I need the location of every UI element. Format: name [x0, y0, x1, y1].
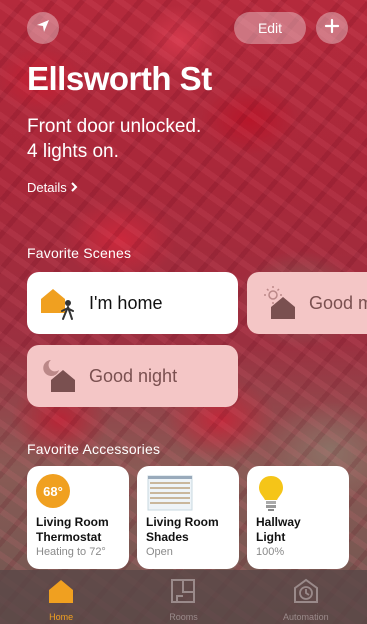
accessory-name: Hallway Light [256, 515, 301, 545]
arriving-home-icon [37, 281, 81, 325]
accessory-thermostat[interactable]: 68° Living Room Thermostat Heating to 72… [27, 466, 129, 569]
accessory-state: Heating to 72° [36, 546, 106, 558]
edit-button[interactable]: Edit [234, 12, 306, 44]
accessory-name-line2: Light [256, 530, 286, 544]
accessory-name-line1: Living Room [36, 515, 109, 529]
light-bulb-icon [256, 474, 340, 517]
tab-home[interactable]: Home [0, 570, 122, 624]
favorite-scenes-title: Favorite Scenes [27, 245, 132, 261]
accessory-name-line1: Hallway [256, 515, 301, 529]
tab-label: Automation [283, 612, 329, 622]
scene-good-morning[interactable]: Good m [247, 272, 367, 334]
scene-label: Good m [309, 292, 367, 313]
add-button[interactable] [316, 12, 348, 44]
scene-good-night[interactable]: Good night [27, 345, 238, 407]
accessory-name: Living Room Shades [146, 515, 219, 545]
accessory-shades[interactable]: Living Room Shades Open [137, 466, 239, 569]
accessory-name-line2: Thermostat [36, 530, 102, 544]
thermostat-temp: 68° [43, 483, 63, 499]
tab-rooms[interactable]: Rooms [122, 570, 244, 624]
tab-label: Home [49, 612, 74, 622]
details-label: Details [27, 180, 67, 195]
window-shades-icon [146, 474, 230, 517]
accessory-state: Open [146, 546, 173, 558]
tab-label: Rooms [169, 612, 198, 622]
moon-home-icon [37, 354, 81, 398]
status-line-door: Front door unlocked. [27, 116, 202, 137]
status-line-lights: 4 lights on. [27, 141, 119, 162]
accessory-name-line1: Living Room [146, 515, 219, 529]
sunrise-home-icon [257, 281, 301, 325]
chevron-right-icon [71, 180, 78, 195]
thermostat-icon: 68° [36, 474, 70, 508]
tab-bar: Home Rooms Automation [0, 570, 367, 624]
automation-tab-icon [292, 578, 320, 609]
rooms-tab-icon [169, 578, 197, 609]
details-link[interactable]: Details [27, 180, 78, 195]
accessory-name: Living Room Thermostat [36, 515, 109, 545]
favorite-accessories-title: Favorite Accessories [27, 441, 161, 457]
scene-label: Good night [89, 365, 178, 386]
plus-icon [324, 18, 340, 39]
location-arrow-icon [35, 18, 51, 39]
home-status: Front door unlocked. 4 lights on. [27, 114, 201, 164]
scene-im-home[interactable]: I'm home [27, 272, 238, 334]
accessory-state: 100% [256, 546, 285, 558]
scene-label: I'm home [89, 292, 163, 313]
home-screen: Edit Ellsworth St Front door unlocked. 4… [0, 0, 367, 624]
accessory-hallway-light[interactable]: Hallway Light 100% [247, 466, 349, 569]
accessory-name-line2: Shades [146, 530, 189, 544]
location-button[interactable] [27, 12, 59, 44]
tab-automation[interactable]: Automation [245, 570, 367, 624]
home-tab-icon [47, 578, 75, 609]
home-title: Ellsworth St [27, 60, 212, 97]
